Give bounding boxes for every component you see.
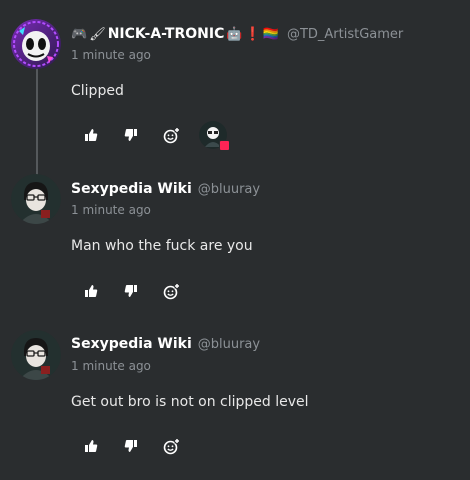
avatar[interactable] (11, 330, 61, 380)
add-reaction-icon (163, 438, 179, 454)
comment-actions (79, 279, 199, 303)
paintbrush-emoji: 🖌 (89, 26, 106, 42)
comment-body: Get out bro is not on clipped level (71, 394, 309, 410)
timestamp: 1 minute ago (71, 48, 151, 62)
dislike-button[interactable] (119, 434, 143, 458)
comment-body: Clipped (71, 83, 124, 99)
author-row: 🎮 🖌 NICK-A-TRONIC 🤖 ❗ 🏳‍🌈 @TD_ArtistGame… (71, 24, 403, 44)
add-reaction-button[interactable] (159, 434, 183, 458)
author-row: Sexypedia Wiki @bluuray (71, 179, 260, 199)
author-name[interactable]: Sexypedia Wiki (71, 181, 192, 197)
comment-feed: 🎮 🖌 NICK-A-TRONIC 🤖 ❗ 🏳‍🌈 @TD_ArtistGame… (0, 0, 470, 480)
add-reaction-icon (163, 127, 179, 143)
dislike-button[interactable] (119, 279, 143, 303)
author-row: Sexypedia Wiki @bluuray (71, 334, 260, 354)
thumbs-down-icon (124, 285, 137, 297)
reaction-badge (219, 140, 230, 151)
add-reaction-icon (163, 283, 179, 299)
thumbs-up-icon (85, 440, 98, 452)
comment-actions (79, 434, 199, 458)
timestamp: 1 minute ago (71, 203, 151, 217)
rainbow-flag-emoji: 🏳‍🌈 (262, 26, 279, 42)
author-handle[interactable]: @bluuray (198, 182, 260, 197)
thumbs-down-icon (124, 440, 137, 452)
gamepad-emoji: 🎮 (71, 26, 88, 42)
thumbs-up-icon (85, 129, 98, 141)
comment-actions (79, 121, 230, 151)
author-name[interactable]: NICK-A-TRONIC (108, 26, 225, 42)
comment-body: Man who the fuck are you (71, 238, 253, 254)
like-button[interactable] (79, 434, 103, 458)
author-name[interactable]: Sexypedia Wiki (71, 336, 192, 352)
avatar[interactable] (11, 19, 61, 69)
thumbs-up-icon (85, 285, 98, 297)
avatar[interactable] (11, 174, 61, 224)
add-reaction-button[interactable] (159, 279, 183, 303)
like-button[interactable] (79, 123, 103, 147)
exclamation-emoji: ❗ (244, 26, 261, 42)
like-button[interactable] (79, 279, 103, 303)
add-reaction-button[interactable] (159, 123, 183, 147)
dislike-button[interactable] (119, 123, 143, 147)
reaction-user-avatar[interactable] (199, 121, 230, 151)
author-handle[interactable]: @TD_ArtistGamer (287, 27, 403, 42)
thread-line (36, 66, 38, 184)
robot-emoji: 🤖 (226, 26, 243, 42)
author-handle[interactable]: @bluuray (198, 337, 260, 352)
thumbs-down-icon (124, 129, 137, 141)
timestamp: 1 minute ago (71, 359, 151, 373)
